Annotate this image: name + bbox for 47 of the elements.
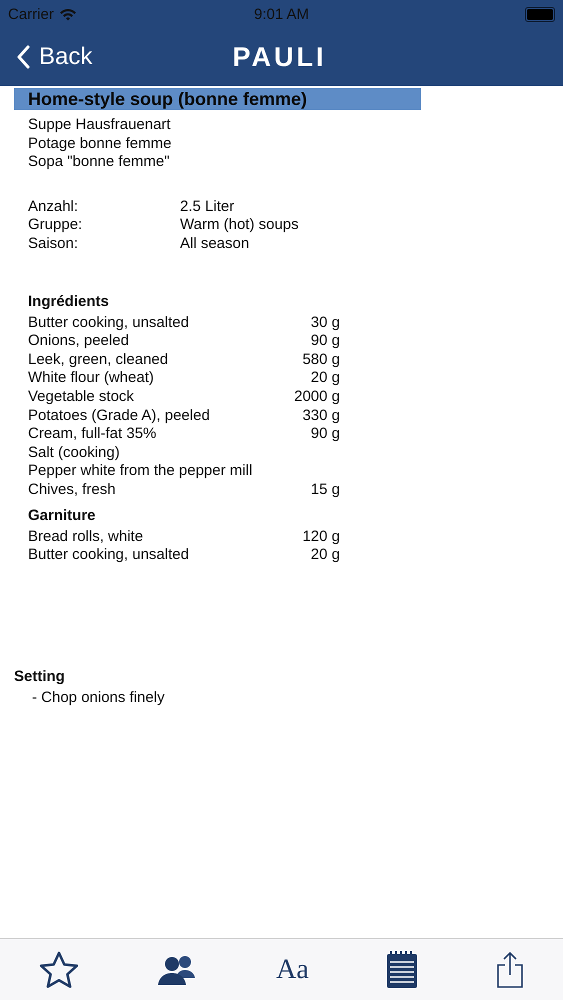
battery-icon xyxy=(525,6,556,22)
carrier-name: Carrier xyxy=(8,6,54,22)
share-icon[interactable] xyxy=(496,950,524,988)
ingredient-quantity: 2000 g xyxy=(293,388,340,407)
fact-label: Gruppe: xyxy=(28,216,84,235)
ingredient-name: White flour (wheat) xyxy=(28,369,155,388)
ingredient-name: Leek, green, cleaned xyxy=(28,350,170,370)
ingredient-quantity: 120 g xyxy=(301,528,340,546)
star-icon[interactable] xyxy=(38,950,79,988)
font-size-button[interactable]: Aa xyxy=(276,954,309,986)
ingredient-name: Butter cooking, unsalted xyxy=(28,314,190,332)
translated-name: Suppe Hausfrauenart xyxy=(28,116,172,135)
ingredient-name: Pepper white from the pepper mill xyxy=(28,462,254,481)
fact-value: Warm (hot) soups xyxy=(180,216,300,235)
back-button[interactable]: Back xyxy=(16,43,136,71)
ingredient-name: Salt (cooking) xyxy=(28,444,121,462)
ingredient-quantity: 330 g xyxy=(301,406,340,426)
section-heading: Ingrédients xyxy=(28,292,110,312)
ingredient-quantity: 580 g xyxy=(301,350,340,370)
clock-time: 9:01 AM xyxy=(254,6,310,22)
wifi-icon xyxy=(58,8,77,20)
ingredient-name: Cream, full-fat 35% xyxy=(28,425,158,444)
ingredient-quantity: 90 g xyxy=(310,332,340,351)
ingredient-quantity: 30 g xyxy=(310,314,340,332)
fact-value: All season xyxy=(180,234,250,254)
translated-name: Sopa "bonne femme" xyxy=(28,153,171,172)
ingredient-quantity: 90 g xyxy=(310,425,340,444)
ingredient-quantity: 15 g xyxy=(310,480,340,500)
section-heading: Setting xyxy=(14,666,66,687)
fact-value: 2.5 Liter xyxy=(180,198,236,216)
ingredient-name: Butter cooking, unsalted xyxy=(28,546,190,565)
ingredient-quantity: 20 g xyxy=(310,369,340,388)
recipe-title: Home-style soup (bonne femme) xyxy=(14,88,421,110)
chevron-left-icon xyxy=(16,45,30,69)
ingredient-name: Onions, peeled xyxy=(28,332,130,351)
ingredient-name: Chives, fresh xyxy=(28,480,117,500)
translated-name: Potage bonne femme xyxy=(28,134,172,154)
fact-label: Saison: xyxy=(28,234,80,254)
ingredient-name: Potatoes (Grade A), peeled xyxy=(28,406,211,426)
ingredient-name: Bread rolls, white xyxy=(28,528,144,546)
app-logo: PAULI xyxy=(232,42,328,72)
notepad-icon[interactable] xyxy=(386,950,418,988)
ingredient-quantity: 20 g xyxy=(310,546,340,565)
method-step: - Chop onions finely xyxy=(14,688,563,708)
ingredient-name: Vegetable stock xyxy=(28,388,135,407)
section-heading: Garniture xyxy=(28,506,97,526)
fact-label: Anzahl: xyxy=(28,198,80,216)
